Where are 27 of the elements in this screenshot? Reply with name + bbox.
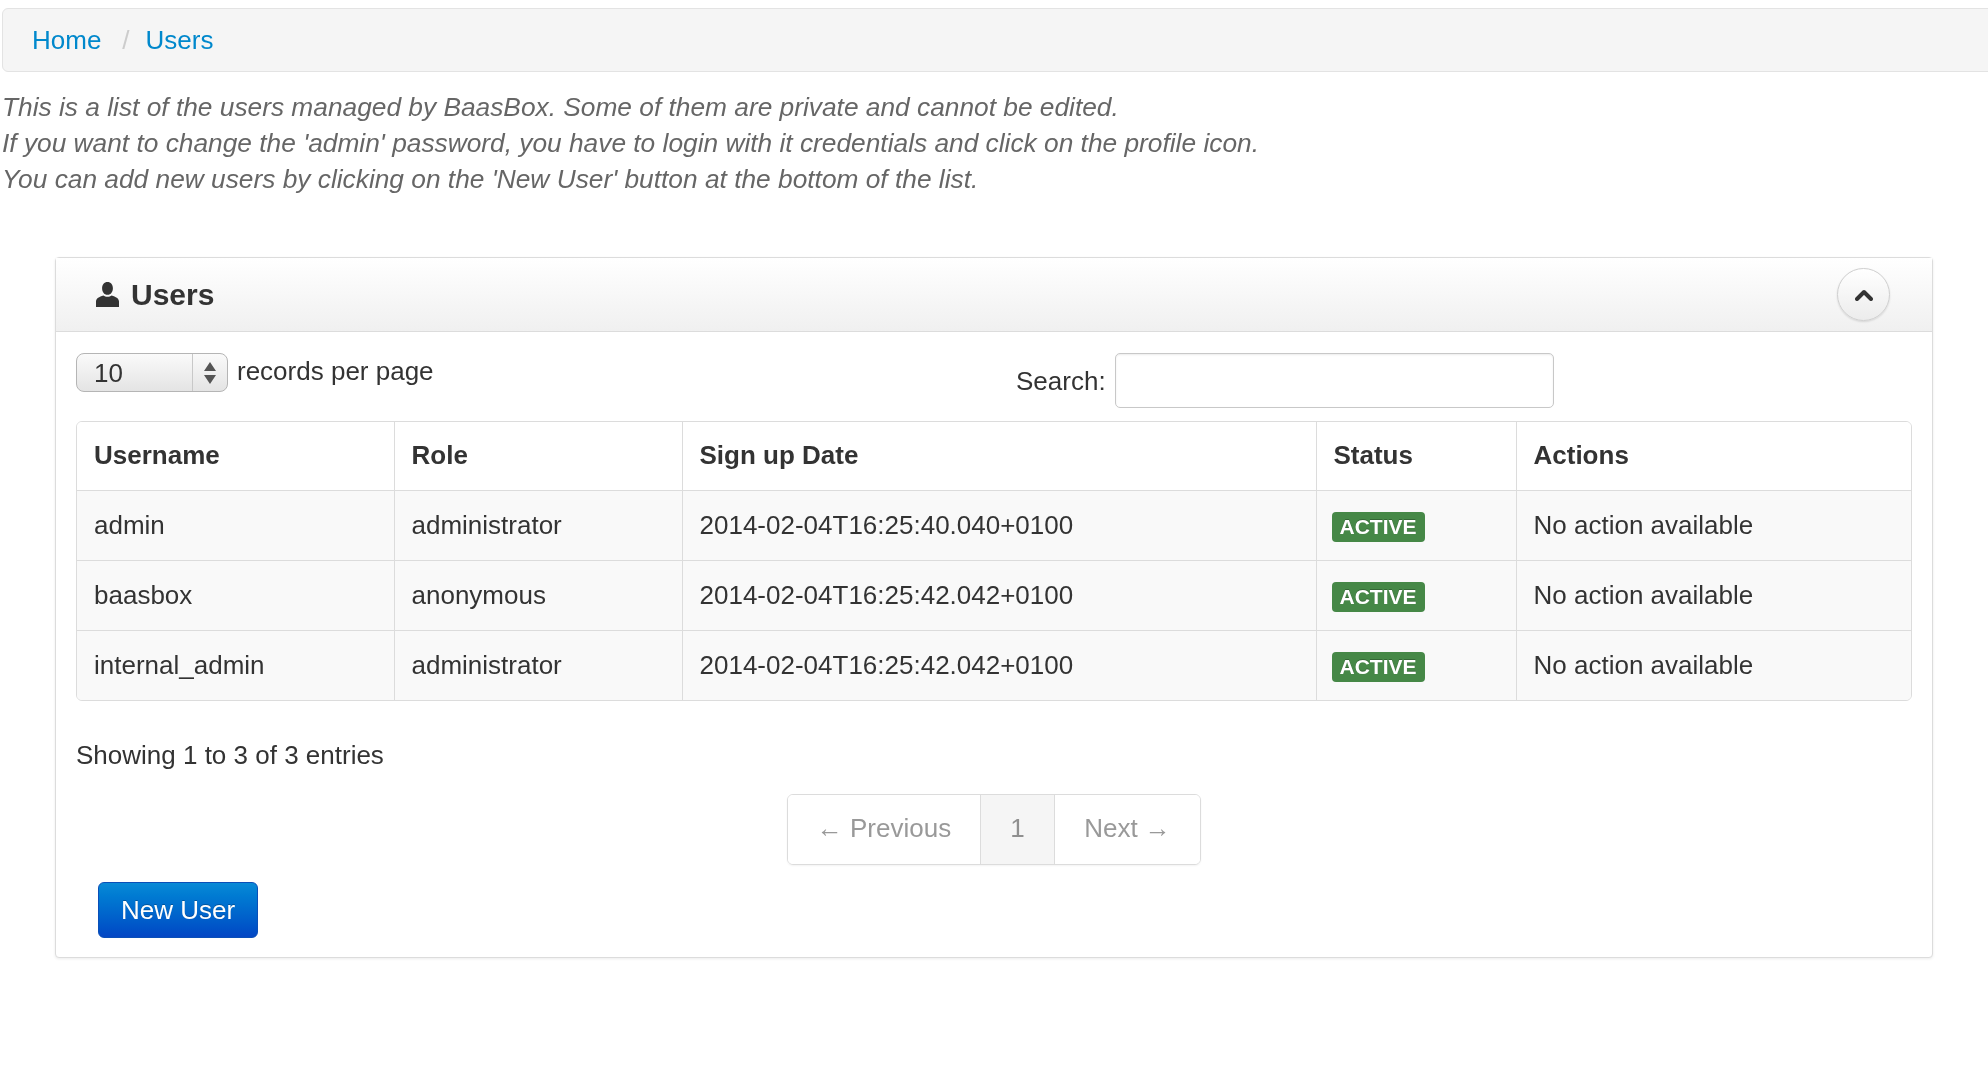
per-page-select[interactable]: 10 [76,353,228,392]
table-cell: internal_admin [77,630,394,700]
up-down-arrows-icon [204,361,216,384]
search-label: Search: [1016,365,1106,396]
description-text: If you want to change the 'admin' password, you have to login with it credentials and click on the profile icon. [2,127,1259,160]
breadcrumb-link[interactable]: Users [145,25,214,55]
table-cell: administrator [394,630,682,700]
column-header: Username [77,422,394,490]
collapse-button[interactable] [1837,268,1890,321]
breadcrumb-link[interactable]: Home [32,25,102,55]
description-text: You can add new users by clicking on the 'New User' button at the bottom of the list. [2,163,979,196]
search-field[interactable] [1114,353,1554,408]
person-icon [96,282,119,307]
table-cell: admin [77,490,394,560]
breadcrumb-separator: / [122,25,130,55]
per-page-label: records per page [237,355,434,386]
entries-info: Showing 1 to 3 of 3 entries [76,739,384,772]
new-user-button[interactable]: New User [98,882,259,938]
panel-title: Users [131,277,215,312]
status-label: ACTIVE [1331,581,1425,612]
pagination-link[interactable]: 1 [980,795,1054,864]
description-text: This is a list of the users managed by BaasBox. Some of them are private and cannot be edited. [2,91,1119,124]
table-cell: baasbox [77,560,394,630]
table-cell: No action available [1516,630,1911,700]
status-label: ACTIVE [1331,651,1425,682]
table-cell: 2014-02-04T16:25:42.042+0100 [682,630,1316,700]
status-label: ACTIVE [1331,511,1425,542]
